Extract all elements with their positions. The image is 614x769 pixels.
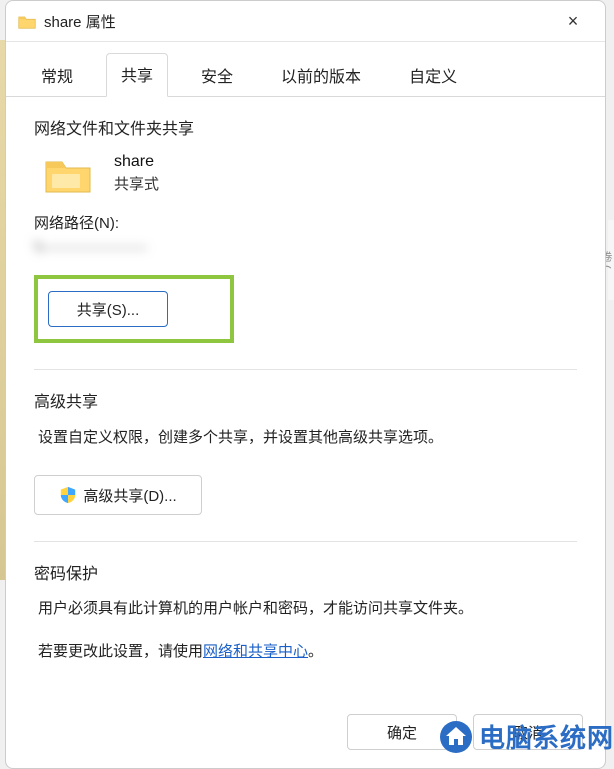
section-title-network-sharing: 网络文件和文件夹共享 <box>34 115 577 139</box>
network-file-sharing-section: 网络文件和文件夹共享 share 共享式 网络路径(N): \\——————— <box>34 115 577 343</box>
advanced-share-button-label: 高级共享(D)... <box>83 485 176 506</box>
shield-icon <box>59 486 77 504</box>
advanced-desc: 设置自定义权限，创建多个共享，并设置其他高级共享选项。 <box>38 426 577 447</box>
dialog-footer: 确定 取消 <box>6 700 605 768</box>
folder-icon <box>18 14 36 28</box>
tab-share[interactable]: 共享 <box>106 53 168 97</box>
cancel-button[interactable]: 取消 <box>473 714 583 750</box>
advanced-sharing-section: 高级共享 设置自定义权限，创建多个共享，并设置其他高级共享选项。 高级共享(D)… <box>34 388 577 515</box>
tab-strip: 常规 共享 安全 以前的版本 自定义 <box>6 42 605 97</box>
close-button[interactable]: × <box>553 11 593 32</box>
password-line2-pre: 若要更改此设置，请使用 <box>38 643 203 660</box>
share-button-highlight: 共享(S)... <box>34 275 234 343</box>
divider-2 <box>34 541 577 542</box>
password-line2-post: 。 <box>308 643 323 660</box>
section-title-password: 密码保护 <box>34 560 577 584</box>
advanced-share-button[interactable]: 高级共享(D)... <box>34 475 202 515</box>
tab-general[interactable]: 常规 <box>26 54 88 97</box>
background-strip-right: 卷 ( <box>608 220 614 300</box>
window-title: share 属性 <box>44 11 553 32</box>
network-sharing-center-link[interactable]: 网络和共享中心 <box>203 643 308 660</box>
folder-large-icon <box>44 154 92 194</box>
folder-info-block: share 共享式 <box>44 153 577 194</box>
tab-previous-versions[interactable]: 以前的版本 <box>266 54 376 97</box>
section-title-advanced: 高级共享 <box>34 388 577 412</box>
tab-security[interactable]: 安全 <box>186 54 248 97</box>
properties-dialog: share 属性 × 常规 共享 安全 以前的版本 自定义 网络文件和文件夹共享 <box>5 0 606 769</box>
password-desc-line1: 用户必须具有此计算机的用户帐户和密码，才能访问共享文件夹。 <box>38 598 577 621</box>
network-path-value: \\——————— <box>34 239 234 261</box>
folder-text-info: share 共享式 <box>114 153 159 194</box>
tab-customize[interactable]: 自定义 <box>394 54 472 97</box>
share-button[interactable]: 共享(S)... <box>48 291 168 327</box>
folder-share-state: 共享式 <box>114 173 159 194</box>
divider-1 <box>34 369 577 370</box>
password-desc-line2: 若要更改此设置，请使用网络和共享中心。 <box>38 641 577 664</box>
titlebar: share 属性 × <box>6 1 605 42</box>
tab-content: 网络文件和文件夹共享 share 共享式 网络路径(N): \\——————— <box>6 97 605 700</box>
share-button-label: 共享(S)... <box>77 299 140 320</box>
network-path-label: 网络路径(N): <box>34 212 577 233</box>
folder-name: share <box>114 153 159 171</box>
password-protection-section: 密码保护 用户必须具有此计算机的用户帐户和密码，才能访问共享文件夹。 若要更改此… <box>34 560 577 663</box>
ok-button[interactable]: 确定 <box>347 714 457 750</box>
